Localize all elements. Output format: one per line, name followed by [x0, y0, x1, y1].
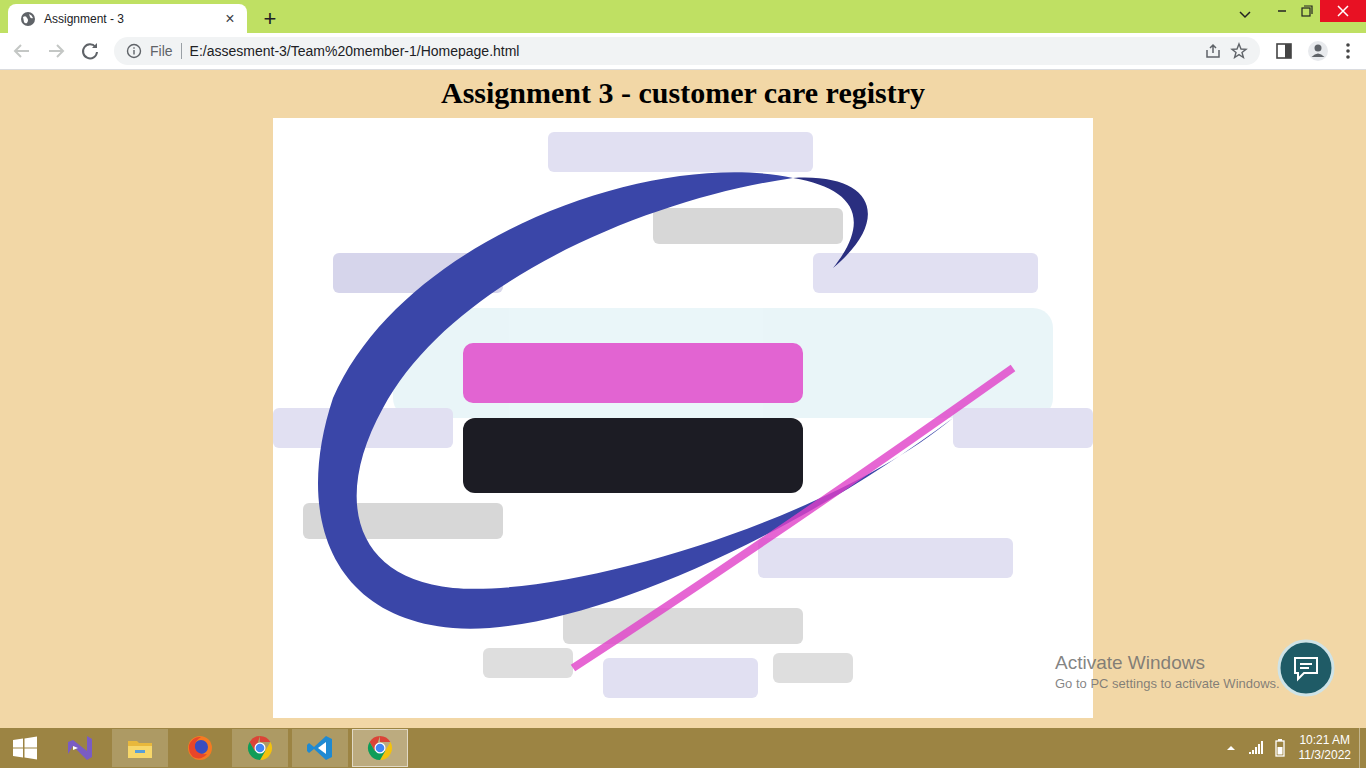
network-signal-icon[interactable]: [1243, 728, 1269, 768]
windows-start-icon[interactable]: [0, 728, 50, 768]
screen: Assignment - 3 × + File E:/assesment-3/Team%…: [0, 0, 1366, 768]
forward-arrow-icon[interactable]: [40, 35, 72, 67]
new-tab-button[interactable]: +: [255, 4, 285, 33]
tab-search-chevron-icon[interactable]: [1222, 0, 1268, 30]
customer-care-image: [273, 118, 1093, 718]
watermark-title: Activate Windows: [1055, 651, 1280, 675]
tab-strip: Assignment - 3 × +: [0, 0, 1366, 33]
visual-studio-icon: [65, 733, 95, 763]
taskbar-app[interactable]: [292, 729, 348, 767]
share-icon[interactable]: [1204, 42, 1222, 60]
star-icon[interactable]: [1230, 42, 1248, 60]
taskbar-app[interactable]: [352, 729, 408, 767]
side-panel-icon[interactable]: [1268, 35, 1300, 67]
show-hidden-icons-icon[interactable]: [1219, 728, 1243, 768]
chrome-icon: [245, 733, 275, 763]
chat-icon[interactable]: [1277, 639, 1335, 697]
taskbar-app[interactable]: [232, 729, 288, 767]
page-heading: Assignment 3 - customer care registry: [441, 76, 925, 110]
taskbar: 10:21 AM11/3/2022: [0, 728, 1366, 768]
taskbar-app[interactable]: [112, 729, 168, 767]
profile-icon[interactable]: [1302, 35, 1334, 67]
close-window-icon[interactable]: [1320, 0, 1366, 22]
show-desktop-button[interactable]: [1359, 728, 1366, 768]
activate-windows-watermark: Activate WindowsGo to PC settings to act…: [1055, 651, 1280, 693]
separator: [181, 43, 182, 59]
info-icon[interactable]: [126, 43, 142, 59]
restore-icon[interactable]: [1296, 0, 1318, 30]
reload-icon[interactable]: [74, 35, 106, 67]
back-arrow-icon[interactable]: [6, 35, 38, 67]
menu-icon[interactable]: [1336, 35, 1360, 67]
minimize-icon[interactable]: [1268, 0, 1296, 30]
watermark-subtitle: Go to PC settings to activate Windows.: [1055, 675, 1280, 693]
taskbar-app[interactable]: [52, 729, 108, 767]
firefox-icon: [185, 733, 215, 763]
tab-title: Assignment - 3: [44, 12, 213, 26]
address-bar[interactable]: File E:/assesment-3/Team%20member-1/Homep…: [114, 37, 1260, 65]
toolbar: File E:/assesment-3/Team%20member-1/Homep…: [0, 33, 1366, 70]
taskbar-app[interactable]: [172, 729, 228, 767]
url-text[interactable]: E:/assesment-3/Team%20member-1/Homepage.…: [190, 43, 1196, 59]
browser-tab[interactable]: Assignment - 3 ×: [8, 4, 247, 33]
tab-close-button[interactable]: ×: [221, 10, 239, 28]
globe-icon: [20, 11, 36, 27]
clock[interactable]: 10:21 AM11/3/2022: [1291, 733, 1360, 763]
folder-icon: [125, 733, 155, 763]
battery-icon[interactable]: [1269, 728, 1291, 768]
chrome-icon: [365, 733, 395, 763]
scheme-label: File: [150, 43, 173, 59]
web-page: Assignment 3 - customer care registry Act…: [0, 70, 1366, 728]
vscode-icon: [305, 733, 335, 763]
clock-time: 10:21 AM: [1299, 733, 1350, 748]
clock-date: 11/3/2022: [1299, 748, 1352, 763]
